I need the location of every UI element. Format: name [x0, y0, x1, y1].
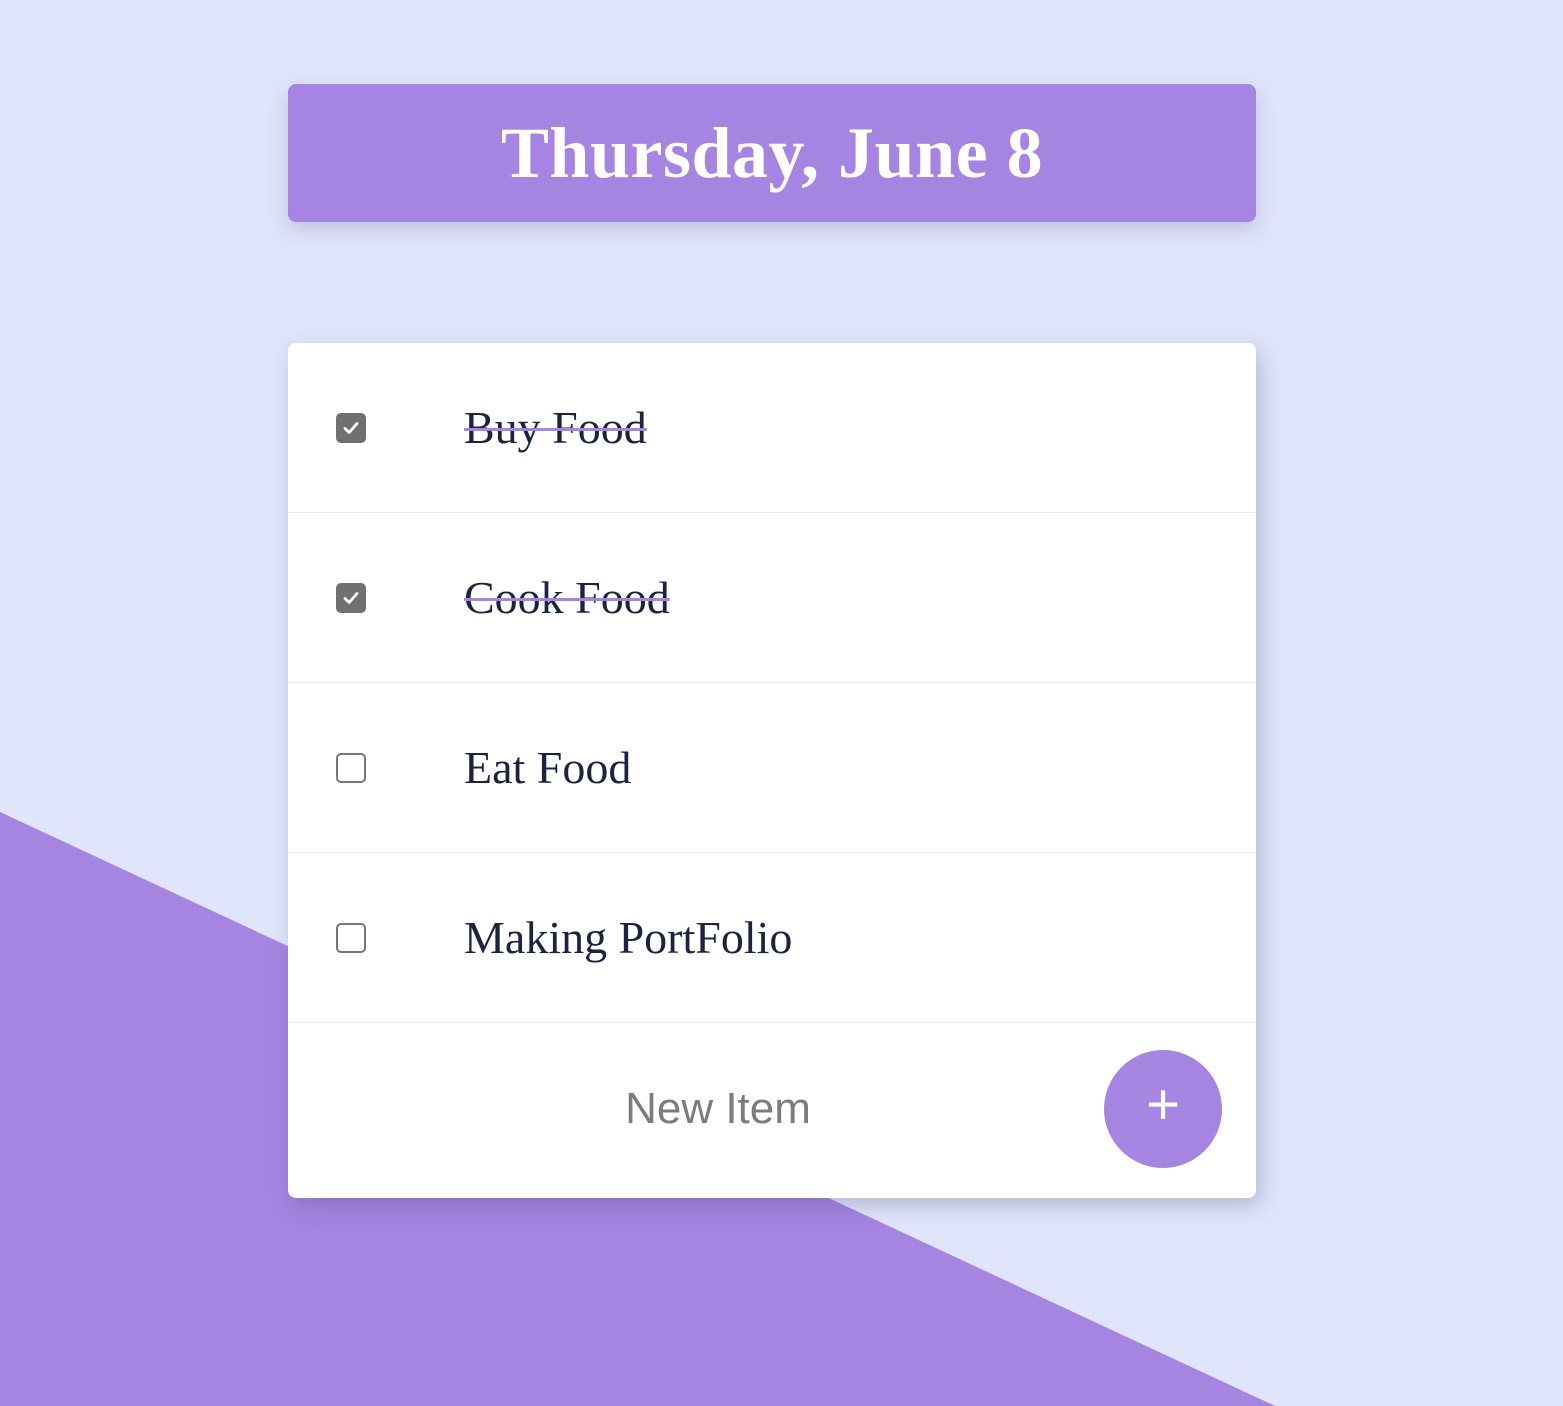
item-checkbox[interactable]: [336, 412, 366, 443]
item-label: Cook Food: [464, 572, 670, 623]
item-label: Making PortFolio: [464, 912, 793, 963]
list-item[interactable]: Buy Food: [288, 343, 1256, 513]
item-checkbox[interactable]: [336, 582, 366, 613]
list-item[interactable]: Making PortFolio: [288, 853, 1256, 1023]
date-header: Thursday, June 8: [288, 84, 1256, 222]
list-item[interactable]: Cook Food: [288, 513, 1256, 683]
page-title: Thursday, June 8: [500, 112, 1044, 193]
checkmark-icon: [343, 591, 359, 604]
todo-card: Buy Food Cook Food Eat Food Making PortF…: [288, 343, 1256, 1198]
add-item-button[interactable]: +: [1104, 1050, 1222, 1168]
new-item-input[interactable]: [288, 1023, 1148, 1194]
checkmark-icon: [343, 421, 359, 434]
item-label: Buy Food: [464, 402, 647, 453]
item-label: Eat Food: [464, 742, 632, 793]
new-item-form: +: [288, 1023, 1256, 1194]
list-item[interactable]: Eat Food: [288, 683, 1256, 853]
item-checkbox[interactable]: [336, 752, 366, 783]
item-checkbox[interactable]: [336, 922, 366, 953]
